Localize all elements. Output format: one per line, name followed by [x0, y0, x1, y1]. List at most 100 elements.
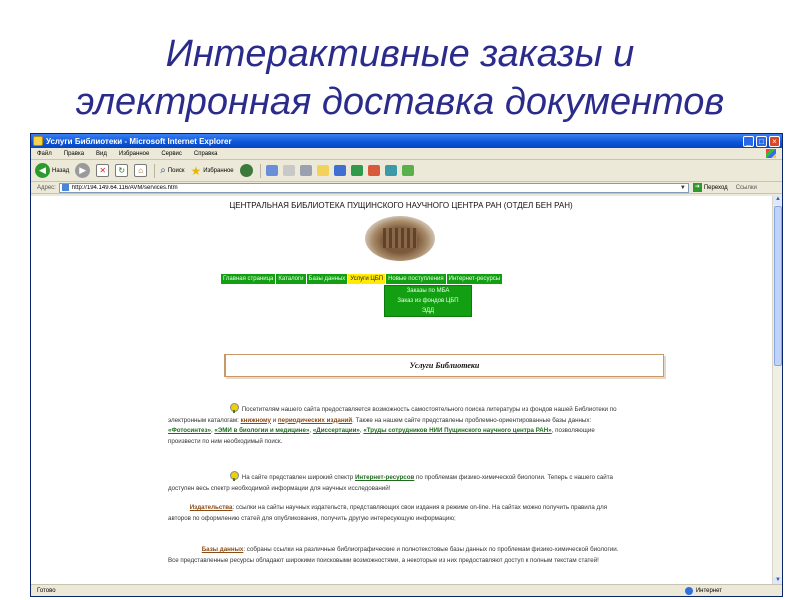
media-button[interactable] [239, 164, 253, 177]
favorites-label: Избранное [203, 167, 234, 174]
home-button[interactable]: ⌂ [134, 164, 148, 177]
ie-app-icon [33, 136, 43, 146]
media-icon [239, 164, 253, 177]
library-building-image [365, 216, 435, 261]
research-icon[interactable] [384, 165, 397, 176]
bullet-icon [228, 471, 240, 481]
toolbar: ◀ Назад ▶ ✕ ↻ ⌂ ⌕ Поиск ★ Избранное [31, 160, 782, 182]
star-icon: ★ [190, 163, 202, 178]
slide-title-line-2: электронная доставка документов [75, 81, 725, 123]
nav-catalogs[interactable]: Каталоги [276, 274, 307, 284]
folder-icon[interactable] [316, 165, 329, 176]
mail-icon[interactable] [282, 165, 295, 176]
maximize-button[interactable]: □ [756, 135, 767, 147]
stop-icon: ✕ [96, 164, 110, 177]
edit-icon[interactable] [333, 165, 346, 176]
menu-view[interactable]: Вид [96, 151, 107, 157]
vertical-scrollbar[interactable]: ▲ ▼ [772, 196, 782, 586]
toolbar-separator [259, 163, 261, 178]
back-button[interactable]: ◀ Назад [35, 163, 69, 178]
address-box[interactable]: ▼ [58, 182, 689, 193]
banner-title: Услуги Библиотеки [409, 361, 480, 370]
nav-services[interactable]: Услуги ЦБП [348, 274, 387, 284]
home-icon: ⌂ [134, 164, 148, 177]
stop-button[interactable]: ✕ [96, 164, 110, 177]
slide-title-line-1: Интерактивные заказы и [165, 33, 635, 75]
para1-text-2: и [272, 416, 277, 424]
discuss-icon[interactable] [350, 165, 363, 176]
refresh-icon: ↻ [115, 164, 129, 177]
security-zone-text: Интернет [695, 587, 722, 594]
search-button[interactable]: ⌕ Поиск [160, 165, 184, 176]
menu-file[interactable]: Файл [37, 151, 52, 157]
slide-title: Интерактивные заказы и электронная доста… [0, 30, 800, 126]
internet-zone-icon [684, 586, 693, 595]
paragraph-publishers: Издательства: ссылки на сайты научных из… [168, 503, 628, 524]
back-arrow-icon: ◀ [35, 163, 50, 178]
toolbar-separator [154, 163, 156, 178]
scroll-up-icon[interactable]: ▲ [773, 196, 782, 205]
link-emi-db[interactable]: «ЭМИ в биологии и медицине» [214, 427, 309, 434]
status-bar: Готово Интернет [31, 584, 782, 596]
link-photosynthesis-db[interactable]: «Фотосинтез» [168, 427, 211, 434]
address-bar: Адрес: ▼ ➜ Переход Ссылки [31, 182, 782, 194]
site-nav: Главная страница Каталоги Базы данных Ус… [221, 274, 504, 284]
close-button[interactable]: × [769, 135, 780, 147]
search-label: Поиск [167, 167, 185, 174]
page-icon [61, 184, 69, 191]
paragraph-catalogs: Посетителям нашего сайта предоставляется… [168, 403, 628, 447]
link-book-catalog[interactable]: книжному [241, 417, 271, 424]
building-facade [383, 228, 417, 248]
menu-bar: Файл Правка Вид Избранное Сервис Справка [31, 148, 782, 160]
para3-text-1: : ссылки на сайты научных издательств, п… [168, 504, 608, 522]
link-dissertations-db[interactable]: «Диссертации» [313, 427, 360, 434]
tools-icon[interactable] [401, 165, 414, 176]
link-proceedings-db[interactable]: «Труды сотрудников НИИ Пущинского научно… [363, 427, 551, 434]
links-button[interactable]: Ссылки [736, 185, 757, 191]
windows-logo-icon [766, 149, 776, 158]
bullet-icon [228, 403, 240, 413]
history-icon[interactable] [265, 165, 278, 176]
chevron-down-icon[interactable]: ▼ [680, 185, 688, 191]
print-icon[interactable] [299, 165, 312, 176]
minimize-button[interactable]: _ [743, 135, 754, 147]
nav-databases[interactable]: Базы данных [306, 274, 349, 284]
submenu-fund-orders[interactable]: Заказ из фондов ЦБП [385, 296, 471, 306]
nav-internet-resources[interactable]: Интернет-ресурсы [446, 274, 504, 284]
submenu-edd[interactable]: ЭДД [385, 306, 471, 316]
back-label: Назад [52, 167, 70, 174]
forward-arrow-icon: ▶ [75, 163, 91, 178]
link-periodicals-catalog[interactable]: периодических изданий [278, 417, 352, 424]
status-text: Готово [37, 587, 56, 594]
link-internet-resources[interactable]: Интернет-ресурсов [355, 474, 414, 481]
menu-help[interactable]: Справка [194, 151, 218, 157]
refresh-button[interactable]: ↻ [115, 164, 129, 177]
submenu-ill-orders[interactable]: Заказы по МБА [385, 286, 471, 296]
address-label: Адрес: [37, 184, 56, 191]
link-databases[interactable]: Базы данных [202, 546, 244, 553]
services-banner: Услуги Библиотеки [224, 354, 664, 377]
messenger-icon[interactable] [367, 165, 380, 176]
paragraph-internet-resources: На сайте представлен широкий спектр Инте… [168, 471, 628, 494]
services-submenu: Заказы по МБА Заказ из фондов ЦБП ЭДД [384, 285, 472, 317]
search-icon: ⌕ [160, 165, 166, 176]
browser-window: Услуги Библиотеки - Microsoft Internet E… [30, 133, 783, 597]
menu-edit[interactable]: Правка [64, 151, 84, 157]
favorites-button[interactable]: ★ Избранное [190, 164, 233, 178]
menu-tools[interactable]: Сервис [161, 151, 182, 157]
page-viewport: ЦЕНТРАЛЬНАЯ БИБЛИОТЕКА ПУЩИНСКОГО НАУЧНО… [31, 196, 782, 586]
link-publishers[interactable]: Издательства [190, 504, 233, 511]
nav-new-arrivals[interactable]: Новые поступления [386, 274, 447, 284]
para2-text-1: На сайте представлен широкий спектр [241, 474, 354, 481]
paragraph-databases: Базы данных: собраны ссылки на различные… [168, 545, 628, 566]
nav-home[interactable]: Главная страница [221, 274, 277, 284]
scrollbar-thumb[interactable] [774, 206, 782, 366]
address-input[interactable] [71, 184, 680, 191]
window-title: Услуги Библиотеки - Microsoft Internet E… [46, 136, 232, 146]
menu-favorites[interactable]: Избранное [119, 151, 149, 157]
forward-button[interactable]: ▶ [75, 163, 91, 178]
library-header: ЦЕНТРАЛЬНАЯ БИБЛИОТЕКА ПУЩИНСКОГО НАУЧНО… [229, 201, 573, 210]
para1-text-3: . Также на нашем сайте представлены проб… [352, 416, 592, 424]
go-button[interactable]: Переход [704, 185, 728, 191]
go-arrow-icon[interactable]: ➜ [692, 183, 702, 192]
